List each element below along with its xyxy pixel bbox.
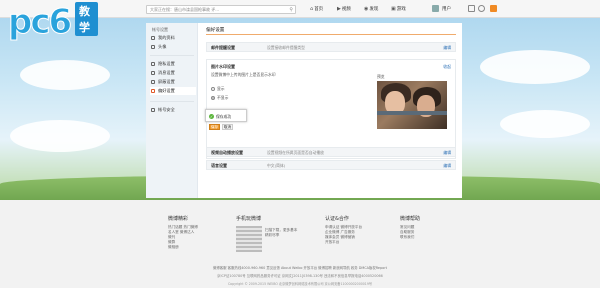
radio-dot[interactable] [211, 87, 215, 91]
sidebar-item-messages[interactable]: 消息设置 [150, 69, 196, 77]
cloud-decoration [20, 60, 110, 90]
edit-link[interactable]: 编辑 [443, 45, 451, 51]
footer-col-partners: 认证&合作 申请认证 微博开放平台 企业微博 广告服务 媒体会员 微博营销 开放… [325, 215, 405, 245]
footer-link[interactable]: 开放平台 [325, 240, 405, 245]
footer-col-title: 手机玩微博 [236, 216, 262, 222]
cloud-decoration [10, 120, 110, 152]
radio-hide[interactable]: 不显示 [211, 95, 228, 101]
footer-col-title: 微博帮助 [400, 216, 421, 222]
radio-show-label: 显示 [217, 86, 225, 91]
save-button[interactable]: 保存 [209, 124, 220, 130]
radio-hide-label: 不显示 [217, 95, 229, 100]
video-autoplay-row: 视频自动播放设置 设置视频在所属页面是否自动播放 编辑 [206, 147, 456, 157]
sidebar-item-security[interactable]: 帐号安全 [150, 106, 196, 114]
shield-icon [151, 108, 155, 112]
lock-icon [151, 62, 155, 66]
sidebar-item-label: 帐号安全 [158, 107, 175, 112]
message-icon [151, 71, 155, 75]
sidebar-item-privacy[interactable]: 隐私设置 [150, 60, 196, 68]
footer-col-title: 认证&合作 [325, 216, 349, 222]
check-icon: ✓ [209, 113, 214, 119]
game-icon: ▣ [391, 6, 396, 12]
nav-video-label: 视频 [341, 7, 351, 12]
footer-links-line[interactable]: 微博客服 客服热线4000-960-960 意见反馈 About Weibo 开… [0, 265, 600, 270]
cloud-decoration [500, 110, 590, 138]
radio-dot[interactable] [211, 96, 215, 100]
nav-discover[interactable]: ◉发现 [364, 6, 378, 12]
sidebar-divider [150, 55, 194, 56]
block-icon [151, 80, 155, 84]
image-bar [377, 111, 447, 115]
nav-home[interactable]: ⌂首页 [310, 6, 323, 12]
profile-icon [151, 36, 155, 40]
avatar-icon [151, 45, 155, 49]
preview-image [377, 81, 447, 129]
logo-text: pc6 [7, 2, 72, 43]
nav-home-label: 首页 [314, 7, 324, 12]
home-icon: ⌂ [310, 6, 314, 12]
preferences-icon [151, 89, 155, 93]
sidebar-item-label: 偏好设置 [158, 88, 175, 93]
collapse-link[interactable]: 收起 [443, 64, 451, 70]
qr-code [236, 226, 262, 252]
sidebar-item-profile[interactable]: 我的资料 [150, 34, 196, 42]
settings-panel: 帐号设置 我的资料 头像 隐私设置 消息设置 屏蔽设置 偏好设置 帐号安全 偏好… [146, 23, 462, 198]
page-title: 偏好设置 [206, 28, 225, 33]
footer-link[interactable]: 联系我们 [400, 235, 480, 240]
nav-video[interactable]: ▶视频 [337, 6, 351, 12]
success-toast: ✓ 保存成功 [205, 109, 247, 122]
edit-link[interactable]: 编辑 [443, 150, 451, 156]
logo-badge: 教学 [75, 2, 98, 36]
search-icon[interactable]: ⚲ [289, 7, 293, 13]
site-logo[interactable]: pc6 教学 [7, 2, 98, 44]
email-reminder-label: 邮件提醒设置 [211, 45, 235, 50]
email-reminder-value: 设置接收邮件提醒类型 [267, 45, 305, 50]
video-autoplay-value: 设置视频在所属页面是否自动播放 [267, 150, 324, 155]
cloud-decoration [480, 50, 590, 84]
cancel-button[interactable]: 取消 [222, 124, 233, 130]
message-icon[interactable] [468, 5, 475, 12]
footer-col-help: 微博帮助 常见问题 自助服务 联系我们 [400, 215, 480, 240]
nav-user-name[interactable]: 用户 [442, 6, 451, 12]
watermark-heading: 图片水印设置 [211, 64, 235, 69]
nav-game-label: 游戏 [396, 7, 406, 12]
language-value: 中文(简体) [267, 163, 286, 168]
write-icon[interactable] [490, 5, 497, 12]
sidebar-item-label: 消息设置 [158, 70, 175, 75]
avatar[interactable] [432, 5, 439, 12]
video-autoplay-label: 视频自动播放设置 [211, 150, 243, 155]
video-icon: ▶ [337, 6, 341, 12]
sidebar-item-preferences[interactable]: 偏好设置 [150, 87, 196, 95]
search-box[interactable]: 大家正在搜：唐山市滦县国枪事故 评... ⚲ [146, 5, 296, 14]
edit-link[interactable]: 编辑 [443, 163, 451, 169]
footer-license-line: 京ICP证100780号 互联网药品服务许可证 京网文[2011]0398-13… [217, 274, 383, 278]
radio-show[interactable]: 显示 [211, 86, 225, 92]
settings-content: 偏好设置 邮件提醒设置 设置接收邮件提醒类型 编辑 图片水印设置 收起 设置微博… [202, 23, 460, 198]
watermark-question: 设置微博中上传的图片上是否显示水印 [211, 72, 276, 77]
footer-col-mobile: 手机玩微博 [236, 215, 316, 225]
email-reminder-row: 邮件提醒设置 设置接收邮件提醒类型 编辑 [206, 42, 456, 52]
nav-game[interactable]: ▣游戏 [391, 6, 406, 12]
footer-copyright: Copyright © 2009-2015 WEIBO 北京微梦创科网络技术有限… [227, 282, 373, 286]
toast-text: 保存成功 [216, 114, 232, 119]
search-input[interactable]: 大家正在搜：唐山市滦县国枪事故 评... [150, 7, 219, 13]
preview-label: 预览 [377, 74, 385, 79]
sidebar-item-label: 我的资料 [158, 35, 175, 40]
language-label: 语言设置 [211, 163, 227, 168]
sidebar-item-label: 屏蔽设置 [158, 79, 175, 84]
sidebar-item-avatar[interactable]: 头像 [150, 43, 196, 51]
qr-caption: 扫描下载，更多基本 精彩尽享 [265, 228, 297, 238]
discover-icon: ◉ [364, 6, 369, 12]
sidebar-item-block[interactable]: 屏蔽设置 [150, 78, 196, 86]
sidebar: 帐号设置 我的资料 头像 隐私设置 消息设置 屏蔽设置 偏好设置 帐号安全 [146, 23, 198, 198]
nav-discover-label: 发现 [369, 7, 379, 12]
sidebar-title: 帐号设置 [152, 27, 168, 32]
sidebar-divider [150, 101, 194, 102]
title-divider [206, 34, 456, 35]
qr-caption-line: 精彩尽享 [265, 233, 280, 237]
sidebar-item-label: 头像 [158, 44, 167, 49]
sidebar-item-label: 隐私设置 [158, 61, 175, 66]
settings-icon[interactable] [478, 5, 485, 12]
language-row: 语言设置 中文(简体) 编辑 [206, 160, 456, 170]
